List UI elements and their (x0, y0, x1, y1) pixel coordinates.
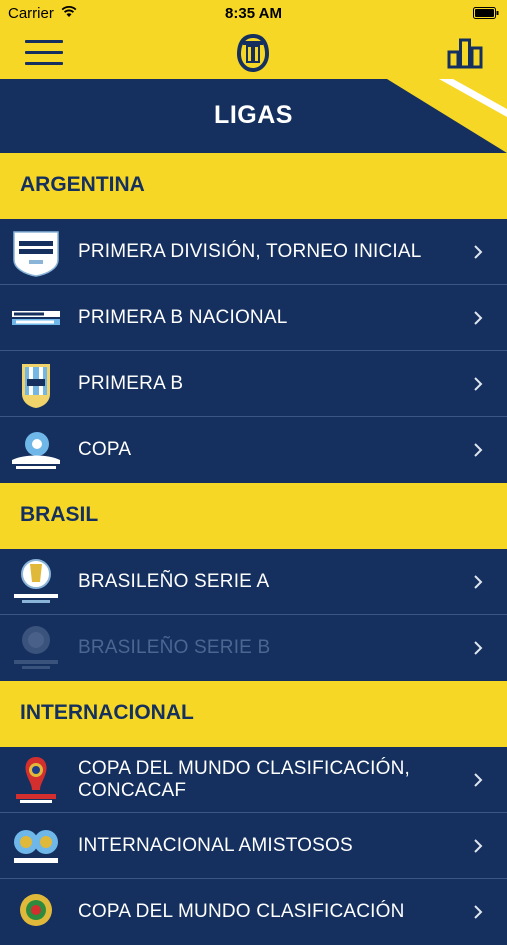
league-label: BRASILEÑO SERIE B (78, 637, 271, 658)
primera-b-nacional-logo (12, 311, 60, 325)
league-row-primera-b[interactable]: PRIMERA B (0, 351, 507, 417)
league-row-primera-b-nacional[interactable]: PRIMERA B NACIONAL (0, 285, 507, 351)
leagues-list: ARGENTINA PRIMERA DIVISIÓN, TORNEO INICI… (0, 153, 507, 945)
afa-logo (22, 364, 50, 408)
international-friendlies-logo (14, 830, 58, 863)
navigation-bar (0, 28, 507, 79)
league-row-brasileno-serie-a[interactable]: BRASILEÑO SERIE A (0, 549, 507, 615)
club-crest-logo (237, 34, 269, 72)
bar-chart-icon[interactable] (446, 36, 484, 70)
page-title: LIGAS (214, 101, 293, 129)
league-row-internacional-amistosos[interactable]: INTERNACIONAL AMISTOSOS (0, 813, 507, 879)
league-label: BRASILEÑO SERIE A (78, 570, 270, 592)
league-label: INTERNACIONAL AMISTOSOS (78, 834, 353, 856)
section-title: ARGENTINA (20, 173, 145, 196)
section-header-brasil: BRASIL (0, 483, 507, 549)
world-cup-2018-logo (16, 757, 56, 803)
league-row-copa[interactable]: COPA (0, 417, 507, 483)
section-header-internacional: INTERNACIONAL (0, 681, 507, 747)
section-header-argentina: ARGENTINA (0, 153, 507, 219)
chevron-right-icon (474, 905, 483, 919)
status-bar: Carrier 8:35 AM (0, 0, 507, 28)
league-row-primera-division[interactable]: PRIMERA DIVISIÓN, TORNEO INICIAL (0, 219, 507, 285)
league-label: PRIMERA DIVISIÓN, TORNEO INICIAL (78, 240, 422, 262)
league-row-copa-mundo-clasificacion[interactable]: COPA DEL MUNDO CLASIFICACIÓN (0, 879, 507, 945)
league-row-copa-mundo-concacaf[interactable]: COPA DEL MUNDO CLASIFICACIÓN, CONCACAF (0, 747, 507, 813)
chevron-right-icon (474, 773, 483, 787)
league-label: COPA (78, 439, 132, 460)
chevron-right-icon (474, 839, 483, 853)
clock: 8:35 AM (225, 5, 282, 22)
chevron-right-icon (474, 377, 483, 391)
battery-icon (473, 7, 499, 19)
brasileirao-serie-b-logo (14, 626, 58, 669)
chevron-right-icon (474, 443, 483, 457)
brasileirao-serie-a-logo (14, 559, 58, 603)
league-label: COPA DEL MUNDO CLASIFICACIÓN (78, 901, 405, 922)
primera-division-logo (13, 231, 59, 277)
page-title-bar: LIGAS (0, 79, 507, 153)
section-title: INTERNACIONAL (20, 701, 194, 724)
chevron-right-icon (474, 641, 483, 655)
chevron-right-icon (474, 575, 483, 589)
copa-argentina-logo (12, 432, 60, 469)
chevron-right-icon (474, 245, 483, 259)
section-title: BRASIL (20, 503, 99, 526)
chevron-right-icon (474, 311, 483, 325)
league-row-brasileno-serie-b[interactable]: BRASILEÑO SERIE B (0, 615, 507, 681)
league-label: COPA DEL MUNDO CLASIFICACIÓN, CONCACAF (78, 757, 411, 801)
league-label: PRIMERA B NACIONAL (78, 306, 288, 328)
league-label: PRIMERA B (78, 372, 184, 394)
conmebol-qualifiers-logo (20, 894, 52, 926)
hamburger-menu-icon[interactable] (25, 40, 63, 66)
